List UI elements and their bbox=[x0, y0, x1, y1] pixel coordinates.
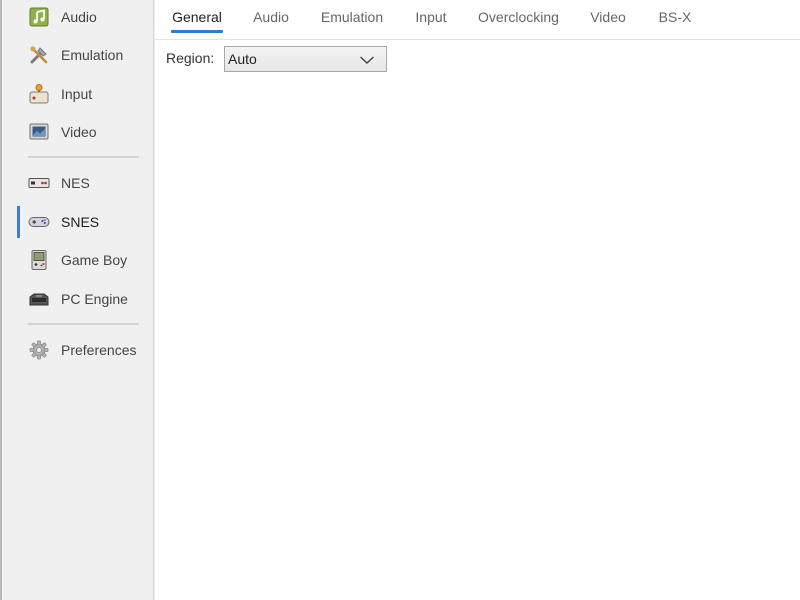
sidebar-item-label: SNES bbox=[61, 214, 100, 230]
tab-video[interactable]: Video bbox=[589, 0, 627, 34]
sidebar-item-label: NES bbox=[61, 175, 90, 191]
snes-controller-icon bbox=[28, 211, 50, 233]
tab-input[interactable]: Input bbox=[413, 0, 449, 34]
music-note-icon bbox=[28, 6, 50, 28]
sidebar-item-video[interactable]: Video bbox=[2, 114, 154, 150]
sidebar-item-label: Game Boy bbox=[61, 252, 128, 268]
chevron-down-icon bbox=[359, 53, 375, 65]
tab-overclocking[interactable]: Overclocking bbox=[476, 0, 561, 34]
sidebar-item-audio[interactable]: Audio bbox=[2, 0, 154, 35]
tools-icon bbox=[28, 44, 50, 66]
sidebar-item-input[interactable]: Input bbox=[2, 76, 154, 112]
sidebar-divider bbox=[28, 156, 139, 158]
sidebar-item-label: Emulation bbox=[61, 47, 124, 63]
sidebar: Audio Emulation Input Video NES SNES Gam… bbox=[2, 0, 154, 600]
gear-icon bbox=[28, 339, 50, 361]
tab-label: Input bbox=[415, 9, 447, 25]
sidebar-divider bbox=[28, 323, 139, 325]
tab-bar: General Audio Emulation Input Overclocki… bbox=[155, 0, 800, 40]
tab-emulation[interactable]: Emulation bbox=[319, 0, 385, 34]
settings-panel: General Audio Emulation Input Overclocki… bbox=[155, 0, 800, 600]
nes-controller-icon bbox=[28, 172, 50, 194]
sidebar-item-emulation[interactable]: Emulation bbox=[2, 37, 154, 73]
sidebar-item-label: Input bbox=[61, 86, 93, 102]
tab-label: Audio bbox=[253, 9, 289, 25]
sidebar-item-label: Audio bbox=[61, 9, 97, 25]
sidebar-item-game-boy[interactable]: Game Boy bbox=[2, 242, 154, 278]
monitor-icon bbox=[28, 121, 50, 143]
settings-window: Audio Emulation Input Video NES SNES Gam… bbox=[0, 0, 800, 600]
sidebar-item-label: Video bbox=[61, 124, 97, 140]
sidebar-item-preferences[interactable]: Preferences bbox=[2, 332, 154, 368]
tab-label: General bbox=[172, 9, 222, 25]
sidebar-item-pc-engine[interactable]: PC Engine bbox=[2, 281, 154, 317]
sidebar-item-label: PC Engine bbox=[61, 291, 128, 307]
tab-bs-x[interactable]: BS-X bbox=[656, 0, 694, 34]
gameboy-icon bbox=[28, 249, 50, 271]
pc-engine-icon bbox=[28, 288, 50, 310]
sidebar-item-label: Preferences bbox=[61, 342, 137, 358]
tab-general[interactable]: General bbox=[171, 0, 223, 34]
tab-label: Video bbox=[590, 9, 626, 25]
tab-label: Overclocking bbox=[478, 9, 559, 25]
tab-audio[interactable]: Audio bbox=[251, 0, 291, 34]
region-label: Region: bbox=[166, 50, 215, 66]
region-value: Auto bbox=[228, 51, 257, 67]
sidebar-item-snes[interactable]: SNES bbox=[2, 204, 154, 240]
tab-label: Emulation bbox=[320, 9, 384, 25]
tab-label: BS-X bbox=[658, 9, 692, 25]
region-dropdown[interactable]: Auto bbox=[224, 46, 387, 72]
joystick-icon bbox=[28, 83, 50, 105]
sidebar-item-nes[interactable]: NES bbox=[2, 165, 154, 201]
